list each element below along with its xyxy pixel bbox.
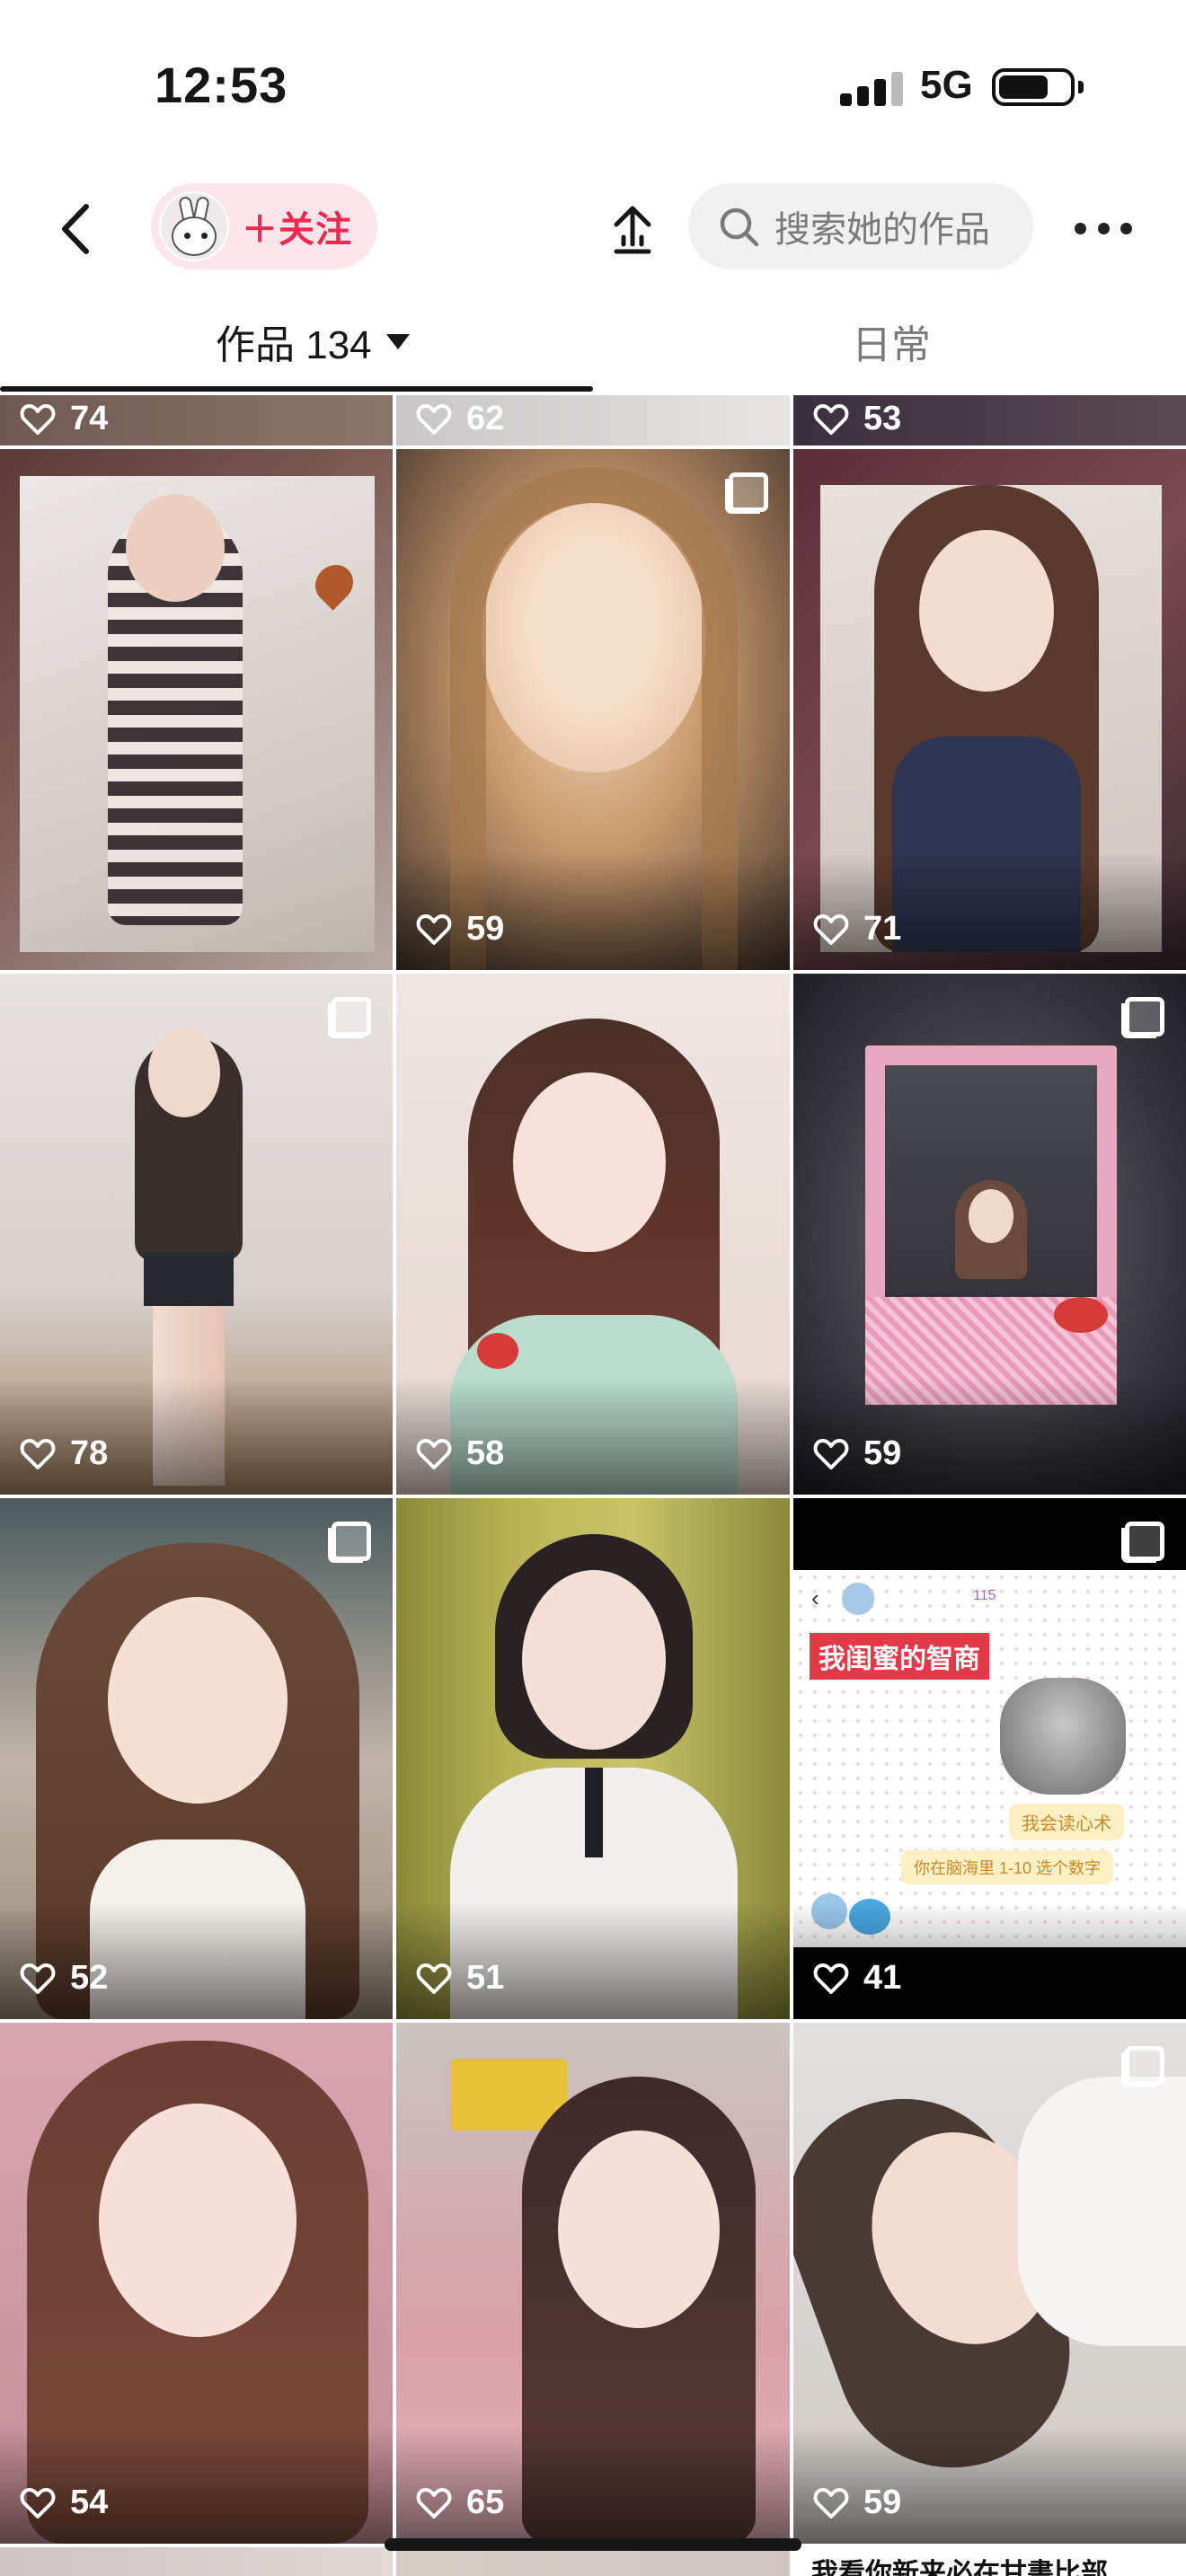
like-count: 51: [416, 1959, 504, 1998]
chat-title: 我闺蜜的智商: [810, 1633, 989, 1680]
status-time: 12:53: [155, 57, 288, 113]
grid-tile-partial[interactable]: [396, 2547, 790, 2576]
heart-icon: [416, 913, 452, 945]
follow-button[interactable]: ＋关注: [151, 183, 377, 269]
battery-icon: [992, 68, 1084, 106]
multi-image-icon: [1121, 1522, 1164, 1563]
multi-image-icon: [1121, 997, 1164, 1038]
chat-bubble: 你在脑海里 1-10 选个数字: [901, 1850, 1114, 1884]
tab-indicator: [0, 386, 593, 392]
tab-works-label: 作品 134: [216, 323, 372, 367]
heart-icon: [416, 2487, 452, 2519]
network-type: 5G: [920, 63, 973, 107]
heart-icon: [20, 403, 56, 435]
grid-tile[interactable]: 59: [793, 2023, 1186, 2544]
signal-icon: [840, 70, 903, 106]
caret-down-icon: [385, 333, 410, 349]
dot-icon: [1120, 222, 1132, 234]
profile-header: ＋关注 搜索她的作品: [0, 171, 1186, 287]
like-count: 58: [416, 1434, 504, 1473]
tab-daily[interactable]: 日常: [852, 313, 931, 370]
back-button[interactable]: [50, 198, 104, 260]
like-count: 52: [20, 1959, 108, 1998]
tab-works[interactable]: 作品 134: [216, 313, 410, 370]
grid-tile[interactable]: 65: [396, 2023, 790, 2544]
grid-tile-partial[interactable]: 我看你新来必在甘書比部: [793, 2547, 1186, 2576]
heart-icon: [20, 2487, 56, 2519]
like-count: 41: [813, 1959, 901, 1998]
chat-badge: 115: [973, 1588, 996, 1603]
like-count: 59: [813, 2483, 901, 2522]
grid-tile-partial[interactable]: 74: [0, 395, 393, 446]
heart-icon: [813, 1438, 849, 1469]
multi-image-icon: [328, 1522, 371, 1563]
multi-image-icon: [328, 997, 371, 1038]
search-icon: [720, 207, 759, 247]
grid-tile-partial[interactable]: [0, 2547, 393, 2576]
heart-icon: [416, 1963, 452, 1994]
like-count: 59: [813, 1434, 901, 1473]
heart-icon: [813, 913, 849, 945]
grid-tile[interactable]: [0, 449, 393, 970]
tab-daily-label: 日常: [852, 323, 931, 367]
avatar: [159, 191, 229, 261]
like-count: 74: [20, 400, 108, 438]
chat-bubble: 我会读心术: [1009, 1804, 1124, 1840]
grid-tile-partial[interactable]: 53: [793, 395, 1186, 446]
chevron-left-icon: ‹: [811, 1584, 819, 1611]
like-count: 53: [813, 400, 901, 438]
content-tabs: 作品 134 日常: [0, 287, 1186, 395]
grid-tile[interactable]: 59: [396, 449, 790, 970]
heart-icon: [416, 1438, 452, 1469]
heart-icon: [813, 2487, 849, 2519]
share-button[interactable]: [607, 198, 658, 260]
like-count: 65: [416, 2483, 504, 2522]
chevron-left-icon: [62, 204, 89, 254]
like-count: 62: [416, 400, 504, 438]
like-count: 59: [416, 910, 504, 948]
dot-icon: [1097, 222, 1110, 234]
status-bar: 12:53 5G: [0, 0, 1186, 171]
like-count: 78: [20, 1434, 108, 1473]
multi-image-icon: [725, 472, 768, 514]
multi-image-icon: [1121, 2046, 1164, 2087]
grid-tile-partial[interactable]: 62: [396, 395, 790, 446]
grid-tile[interactable]: 78: [0, 974, 393, 1495]
grid-tile[interactable]: 51: [396, 1498, 790, 2019]
partial-caption: 我看你新来必在甘書比部: [811, 2559, 1108, 2576]
home-indicator[interactable]: [385, 2538, 801, 2551]
avatar: [842, 1583, 874, 1615]
follow-label: ＋关注: [242, 210, 352, 250]
works-grid: 74 62 53 59 71 78 58 59 52 51 ‹ 115 我闺蜜的…: [0, 395, 1186, 2576]
like-count: 54: [20, 2483, 108, 2522]
more-options-button[interactable]: [1075, 210, 1132, 246]
search-input[interactable]: 搜索她的作品: [688, 183, 1033, 269]
search-placeholder: 搜索她的作品: [774, 210, 990, 250]
share-icon: [614, 206, 651, 254]
baby-photo: [1000, 1678, 1126, 1795]
dot-icon: [1075, 222, 1086, 234]
grid-tile[interactable]: 58: [396, 974, 790, 1495]
heart-icon: [416, 403, 452, 435]
grid-tile[interactable]: 59: [793, 974, 1186, 1495]
heart-icon: [813, 403, 849, 435]
heart-icon: [20, 1438, 56, 1469]
grid-tile-chat-screenshot[interactable]: ‹ 115 我闺蜜的智商 我会读心术 你在脑海里 1-10 选个数字 41: [793, 1498, 1186, 2019]
like-count: 71: [813, 910, 901, 948]
heart-icon: [813, 1963, 849, 1994]
grid-tile[interactable]: 54: [0, 2023, 393, 2544]
heart-icon: [20, 1963, 56, 1994]
grid-tile[interactable]: 71: [793, 449, 1186, 970]
grid-tile[interactable]: 52: [0, 1498, 393, 2019]
